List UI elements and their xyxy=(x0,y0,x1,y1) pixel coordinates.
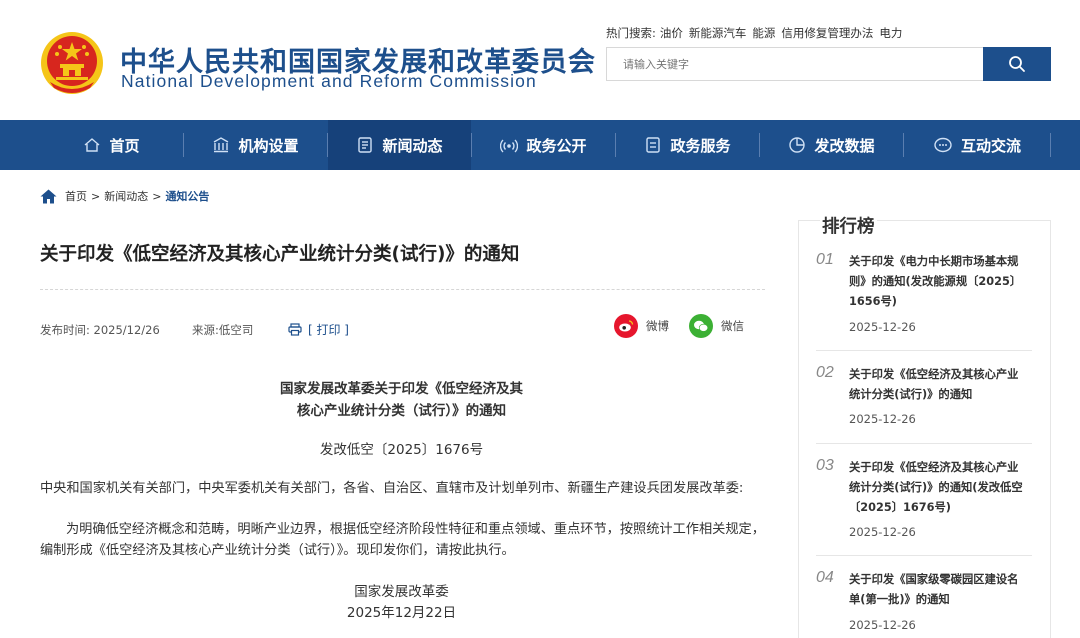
breadcrumb: 首页 > 新闻动态 > 通知公告 xyxy=(40,188,209,204)
publish-info: 发布时间: 2025/12/26 xyxy=(40,322,160,338)
breadcrumb-current[interactable]: 通知公告 xyxy=(165,188,209,204)
home-icon xyxy=(85,138,100,152)
rank-date: 2025-12-26 xyxy=(849,320,916,334)
doc-recipients: 中央和国家机关有关部门，中央军委机关有关部门，各省、自治区、直辖市及计划单列市、… xyxy=(40,481,744,496)
hot-term[interactable]: 电力 xyxy=(879,26,902,40)
hot-term[interactable]: 油价 xyxy=(660,26,683,40)
nav-label: 机构设置 xyxy=(238,136,299,155)
nav-label: 发改数据 xyxy=(814,136,875,155)
hot-term[interactable]: 能源 xyxy=(752,26,775,40)
doc-sign-date: 2025年12月22日 xyxy=(346,605,457,621)
search-icon xyxy=(1009,56,1025,72)
wechat-icon xyxy=(689,314,713,338)
doc-number: 发改低空〔2025〕1676号 xyxy=(319,442,484,458)
nav-item-data[interactable]: 发改数据 xyxy=(760,120,903,170)
nav-label: 互动交流 xyxy=(960,136,1021,155)
nav-label: 新闻动态 xyxy=(382,136,443,155)
nav-divider xyxy=(1050,133,1051,157)
rank-number: 03 xyxy=(816,457,834,474)
share-weibo[interactable]: 微博 xyxy=(614,314,669,338)
nav-item-services[interactable]: 政务服务 xyxy=(616,120,759,170)
publish-label: 发布时间: xyxy=(40,323,90,337)
nav-item-public-affairs[interactable]: 政务公开 xyxy=(472,120,615,170)
printer-icon xyxy=(288,323,302,336)
pie-chart-icon xyxy=(789,137,806,153)
site-title-en[interactable]: National Development and Reform Commissi… xyxy=(121,71,537,92)
ranking-divider xyxy=(816,350,1032,351)
hot-search: 热门搜索: 油价 新能源汽车 能源 信用修复管理办法 电力 xyxy=(606,25,908,41)
doc-signer: 国家发展改革委 xyxy=(354,584,449,600)
source-label: 来源: xyxy=(192,323,219,337)
print-label: [ 打印 ] xyxy=(308,323,349,337)
site-header: 中华人民共和国国家发展和改革委员会 National Development a… xyxy=(0,0,1080,120)
hot-term[interactable]: 信用修复管理办法 xyxy=(781,26,873,40)
nav-item-interaction[interactable]: 互动交流 xyxy=(904,120,1050,170)
weibo-icon xyxy=(614,314,638,338)
doc-body: 为明确低空经济概念和范畴，明晰产业边界，根据低空经济阶段性特征和重点领域、重点环… xyxy=(40,522,765,558)
share-wechat[interactable]: 微信 xyxy=(689,314,744,338)
search-input[interactable] xyxy=(607,48,984,80)
share-weibo-label: 微博 xyxy=(646,319,669,333)
nav-label: 政务服务 xyxy=(670,136,731,155)
ranking-title: 排行榜 xyxy=(820,213,877,238)
search-button[interactable] xyxy=(983,47,1051,81)
document-icon xyxy=(646,137,661,153)
nav-item-news[interactable]: 新闻动态 xyxy=(328,120,471,170)
breadcrumb-news[interactable]: 新闻动态 xyxy=(104,188,148,204)
publish-date: 2025/12/26 xyxy=(93,323,160,337)
breadcrumb-home[interactable]: 首页 xyxy=(65,188,87,204)
nav-item-home[interactable]: 首页 xyxy=(40,120,183,170)
main-nav: 首页 机构设置 新闻动态 政务公开 政务服务 发改数据 互动交流 xyxy=(0,120,1080,170)
rank-number: 02 xyxy=(816,364,834,381)
building-icon xyxy=(214,137,229,153)
news-icon xyxy=(358,137,373,153)
broadcast-icon xyxy=(500,139,519,153)
rank-number: 04 xyxy=(816,569,834,586)
chat-icon xyxy=(934,137,952,153)
article-title: 关于印发《低空经济及其核心产业统计分类(试行)》的通知 xyxy=(40,244,520,265)
breadcrumb-separator: > xyxy=(91,189,101,203)
source-info: 来源:低空司 xyxy=(192,322,253,338)
rank-title[interactable]: 关于印发《电力中长期市场基本规则》的通知(发改能源规〔2025〕1656号) xyxy=(849,252,1029,312)
source-value: 低空司 xyxy=(218,323,254,337)
breadcrumb-separator: > xyxy=(152,189,162,203)
rank-date: 2025-12-26 xyxy=(849,618,916,632)
share-wechat-label: 微信 xyxy=(721,319,744,333)
home-icon[interactable] xyxy=(40,189,57,204)
search-box xyxy=(606,47,984,81)
rank-title[interactable]: 关于印发《国家级零碳园区建设名单(第一批)》的通知 xyxy=(849,570,1029,610)
ranking-divider xyxy=(816,555,1032,556)
rank-number: 01 xyxy=(816,251,834,268)
national-emblem-logo[interactable] xyxy=(40,30,104,96)
hot-search-label: 热门搜索: xyxy=(606,26,656,40)
rank-date: 2025-12-26 xyxy=(849,525,916,539)
title-divider xyxy=(40,289,765,290)
ranking-divider xyxy=(816,443,1032,444)
nav-item-organization[interactable]: 机构设置 xyxy=(184,120,327,170)
nav-label: 首页 xyxy=(109,136,140,155)
nav-label: 政务公开 xyxy=(526,136,587,155)
doc-heading-line2: 核心产业统计分类（试行）》的通知 xyxy=(296,403,507,419)
print-button[interactable]: [ 打印 ] xyxy=(288,321,349,338)
rank-title[interactable]: 关于印发《低空经济及其核心产业统计分类(试行)》的通知 xyxy=(849,365,1029,405)
rank-date: 2025-12-26 xyxy=(849,412,916,426)
rank-title[interactable]: 关于印发《低空经济及其核心产业统计分类(试行)》的通知(发改低空〔2025〕16… xyxy=(849,458,1029,518)
hot-term[interactable]: 新能源汽车 xyxy=(689,26,747,40)
doc-heading-line1: 国家发展改革委关于印发《低空经济及其 xyxy=(280,381,523,397)
